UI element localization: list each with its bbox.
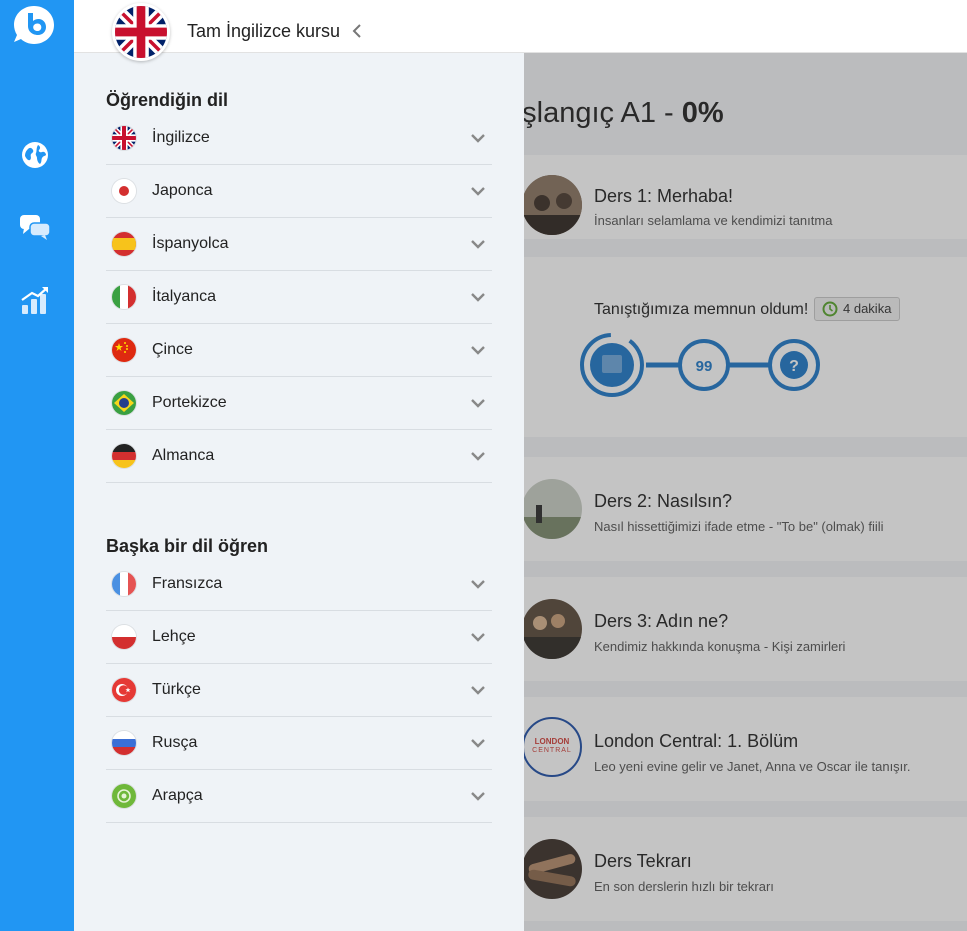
other-section-title: Başka bir dil öğren: [106, 536, 269, 556]
arabic-flag-icon: [112, 784, 136, 808]
busuu-logo-icon[interactable]: [12, 4, 56, 46]
language-label: Portekizce: [152, 394, 227, 411]
language-item-arabic[interactable]: Arapça: [106, 770, 492, 823]
language-drawer: Öğrendiğin dil İngilizce Japonca İspanyo…: [74, 53, 524, 931]
china-flag-icon: [112, 338, 136, 362]
chevron-down-icon[interactable]: [470, 291, 486, 303]
top-bar: Tam İngilizce kursu: [74, 0, 967, 61]
progress-chart-icon[interactable]: [18, 283, 52, 317]
brazil-flag-icon: [112, 391, 136, 415]
chat-bubbles-icon[interactable]: [18, 210, 52, 244]
language-label: Almanca: [152, 447, 215, 464]
language-item-french[interactable]: Fransızca: [106, 558, 492, 611]
learning-section-title: Öğrendiğin dil: [106, 90, 228, 110]
chevron-down-icon[interactable]: [470, 185, 486, 197]
germany-flag-icon: [112, 444, 136, 468]
language-item-russian[interactable]: Rusça: [106, 717, 492, 770]
chevron-down-icon[interactable]: [470, 737, 486, 749]
japan-flag-icon: [112, 179, 136, 203]
language-item-turkish[interactable]: Türkçe: [106, 664, 492, 717]
language-item-polish[interactable]: Lehçe: [106, 611, 492, 664]
language-item-chinese[interactable]: Çince: [106, 324, 492, 377]
language-item-spanish[interactable]: İspanyolca: [106, 218, 492, 271]
language-label: Lehçe: [152, 628, 196, 645]
russia-flag-icon: [112, 731, 136, 755]
language-item-japanese[interactable]: Japonca: [106, 165, 492, 218]
chevron-down-icon[interactable]: [470, 684, 486, 696]
chevron-down-icon[interactable]: [470, 450, 486, 462]
poland-flag-icon: [112, 625, 136, 649]
language-label: Türkçe: [152, 681, 201, 698]
course-title[interactable]: Tam İngilizce kursu: [187, 21, 340, 42]
language-label: İspanyolca: [152, 235, 229, 252]
uk-flag-icon[interactable]: [112, 3, 170, 61]
chevron-down-icon[interactable]: [470, 790, 486, 802]
chevron-down-icon[interactable]: [470, 631, 486, 643]
left-rail: [0, 0, 74, 931]
uk-flag-icon: [112, 126, 136, 150]
italy-flag-icon: [112, 285, 136, 309]
language-item-italian[interactable]: İtalyanca: [106, 271, 492, 324]
chevron-down-icon[interactable]: [470, 397, 486, 409]
language-label: İtalyanca: [152, 288, 217, 305]
language-label: Rusça: [152, 734, 198, 751]
language-label: Japonca: [152, 182, 213, 199]
chevron-down-icon[interactable]: [470, 132, 486, 144]
language-item-german[interactable]: Almanca: [106, 430, 492, 483]
france-flag-icon: [112, 572, 136, 596]
language-item-portuguese[interactable]: Portekizce: [106, 377, 492, 430]
globe-icon[interactable]: [18, 138, 52, 172]
chevron-down-icon[interactable]: [470, 238, 486, 250]
spain-flag-icon: [112, 232, 136, 256]
language-label: Çince: [152, 341, 193, 358]
language-label: İngilizce: [152, 129, 210, 146]
language-label: Arapça: [152, 787, 203, 804]
language-item-english[interactable]: İngilizce: [106, 112, 492, 165]
chevron-down-icon[interactable]: [470, 344, 486, 356]
turkey-flag-icon: [112, 678, 136, 702]
chevron-left-icon[interactable]: [350, 22, 364, 40]
chevron-down-icon[interactable]: [470, 578, 486, 590]
language-label: Fransızca: [152, 575, 223, 592]
